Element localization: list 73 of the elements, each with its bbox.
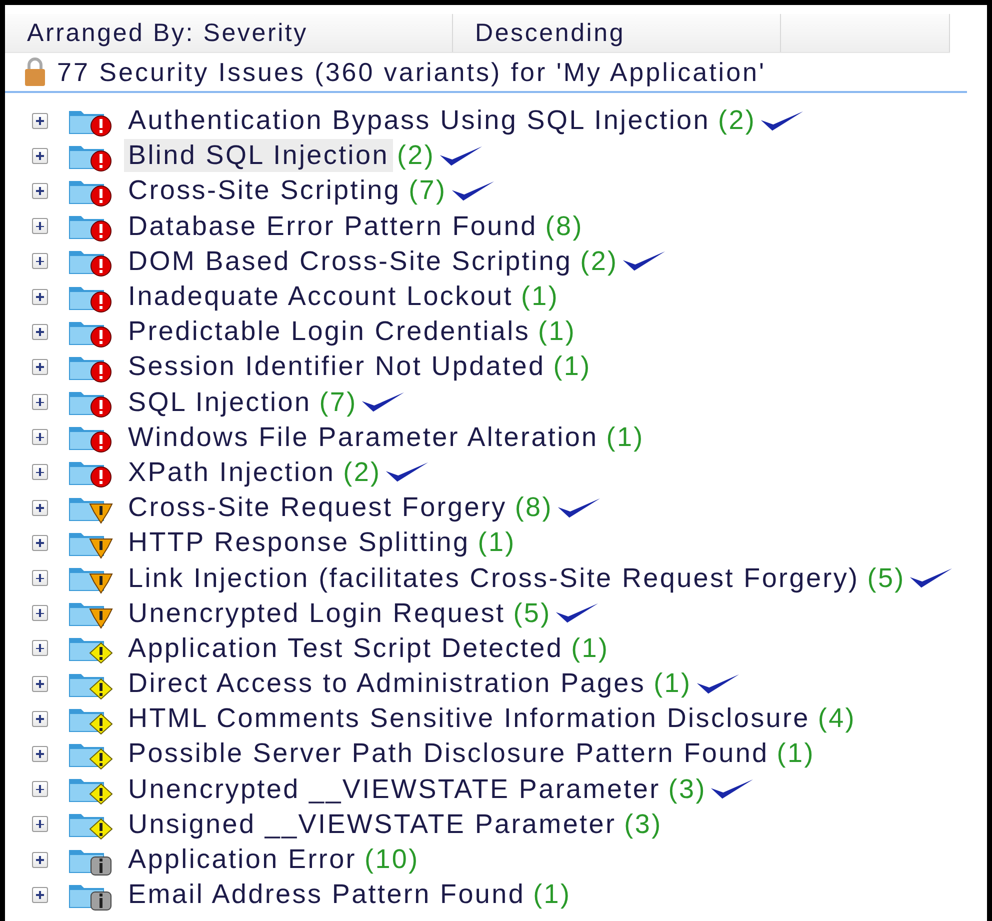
issue-name[interactable]: Direct Access to Administration Pages [124,667,650,700]
issue-count: (2) [718,105,756,136]
expand-icon[interactable] [32,746,48,762]
expand-icon[interactable] [32,182,48,199]
issue-name[interactable]: Application Error [124,843,360,876]
issue-name[interactable]: Session Identifier Not Updated [124,350,550,384]
issue-name[interactable]: DOM Based Cross-Site Scripting [124,244,576,278]
issue-count: (1) [533,879,572,910]
padlock-icon [23,57,47,87]
issue-count: (8) [545,210,584,242]
issue-name[interactable]: Predictable Login Credentials [124,315,534,348]
issue-name[interactable]: Unencrypted __VIEWSTATE Parameter [124,772,664,806]
issue-name[interactable]: Possible Server Path Disclosure Pattern Found [124,737,773,770]
issue-count: (1) [553,351,592,382]
issue-name[interactable]: Unencrypted Login Request [124,596,510,630]
issue-name[interactable]: Unsigned __VIEWSTATE Parameter [124,808,620,841]
issue-name[interactable]: XPath Injection [124,456,340,489]
issue-count: (4) [818,703,856,734]
expand-icon[interactable] [32,429,48,446]
issue-count: (5) [513,598,552,629]
issue-name[interactable]: Database Error Pattern Found [124,210,542,243]
issue-name[interactable]: HTTP Response Splitting [124,526,474,560]
issue-name[interactable]: HTML Comments Sensitive Information Disclosure [124,702,814,736]
issue-count: (1) [606,422,644,453]
issue-name[interactable]: Blind SQL Injection [124,139,393,172]
issue-count: (2) [343,456,382,488]
issue-count: (5) [867,562,906,594]
issue-count: (3) [668,774,706,805]
expand-icon[interactable] [32,358,48,375]
expand-icon[interactable] [32,253,48,270]
issue-name[interactable]: Windows File Parameter Alteration [124,420,602,454]
issue-name[interactable]: Application Test Script Detected [124,632,568,665]
arranged-by-header[interactable]: Arranged By: Severity [5,14,453,52]
expand-icon[interactable] [32,288,48,305]
expand-icon[interactable] [32,394,48,410]
expand-icon[interactable] [32,464,48,480]
issue-name[interactable]: Link Injection (facilitates Cross-Site Request Forgery) [124,562,864,595]
expand-icon[interactable] [32,534,48,551]
issue-count: (2) [396,140,436,172]
issue-count: (1) [571,632,610,664]
issue-count: (1) [538,316,576,348]
expand-icon[interactable] [32,816,48,832]
issue-name[interactable]: Cross-Site Request Forgery [124,491,511,524]
expand-icon[interactable] [32,324,48,340]
issue-name[interactable]: Email Address Pattern Found [124,878,530,912]
issue-count: (1) [654,668,692,700]
issue-name[interactable]: Authentication Bypass Using SQL Injection [124,104,714,138]
expand-icon[interactable] [32,218,48,234]
issue-count: (1) [478,527,516,558]
expand-icon[interactable] [32,112,48,129]
expand-icon[interactable] [32,710,48,727]
expand-icon[interactable] [32,500,48,516]
issue-count: (8) [514,492,553,524]
sort-order-header[interactable]: Descending [453,14,781,52]
issue-name[interactable]: Cross-Site Scripting [124,174,405,208]
issue-count: (3) [624,808,662,840]
expand-icon[interactable] [32,640,48,656]
issue-count: (2) [580,246,618,277]
issue-count: (7) [408,175,447,206]
expand-icon[interactable] [32,852,48,868]
issue-count: (7) [319,386,358,418]
expand-icon[interactable] [32,676,48,692]
expand-icon[interactable] [32,886,48,903]
expand-icon[interactable] [32,570,48,586]
expand-icon[interactable] [32,605,48,622]
expand-icon[interactable] [32,781,48,798]
issue-name[interactable]: SQL Injection [124,386,316,419]
expand-icon[interactable] [32,148,48,164]
issue-name[interactable]: Inadequate Account Lockout [124,280,517,314]
issues-summary: 77 Security Issues (360 variants) for 'My Application' [57,56,766,88]
issue-count: (1) [776,738,815,770]
issue-count: (10) [364,844,420,876]
issue-count: (1) [520,281,560,312]
